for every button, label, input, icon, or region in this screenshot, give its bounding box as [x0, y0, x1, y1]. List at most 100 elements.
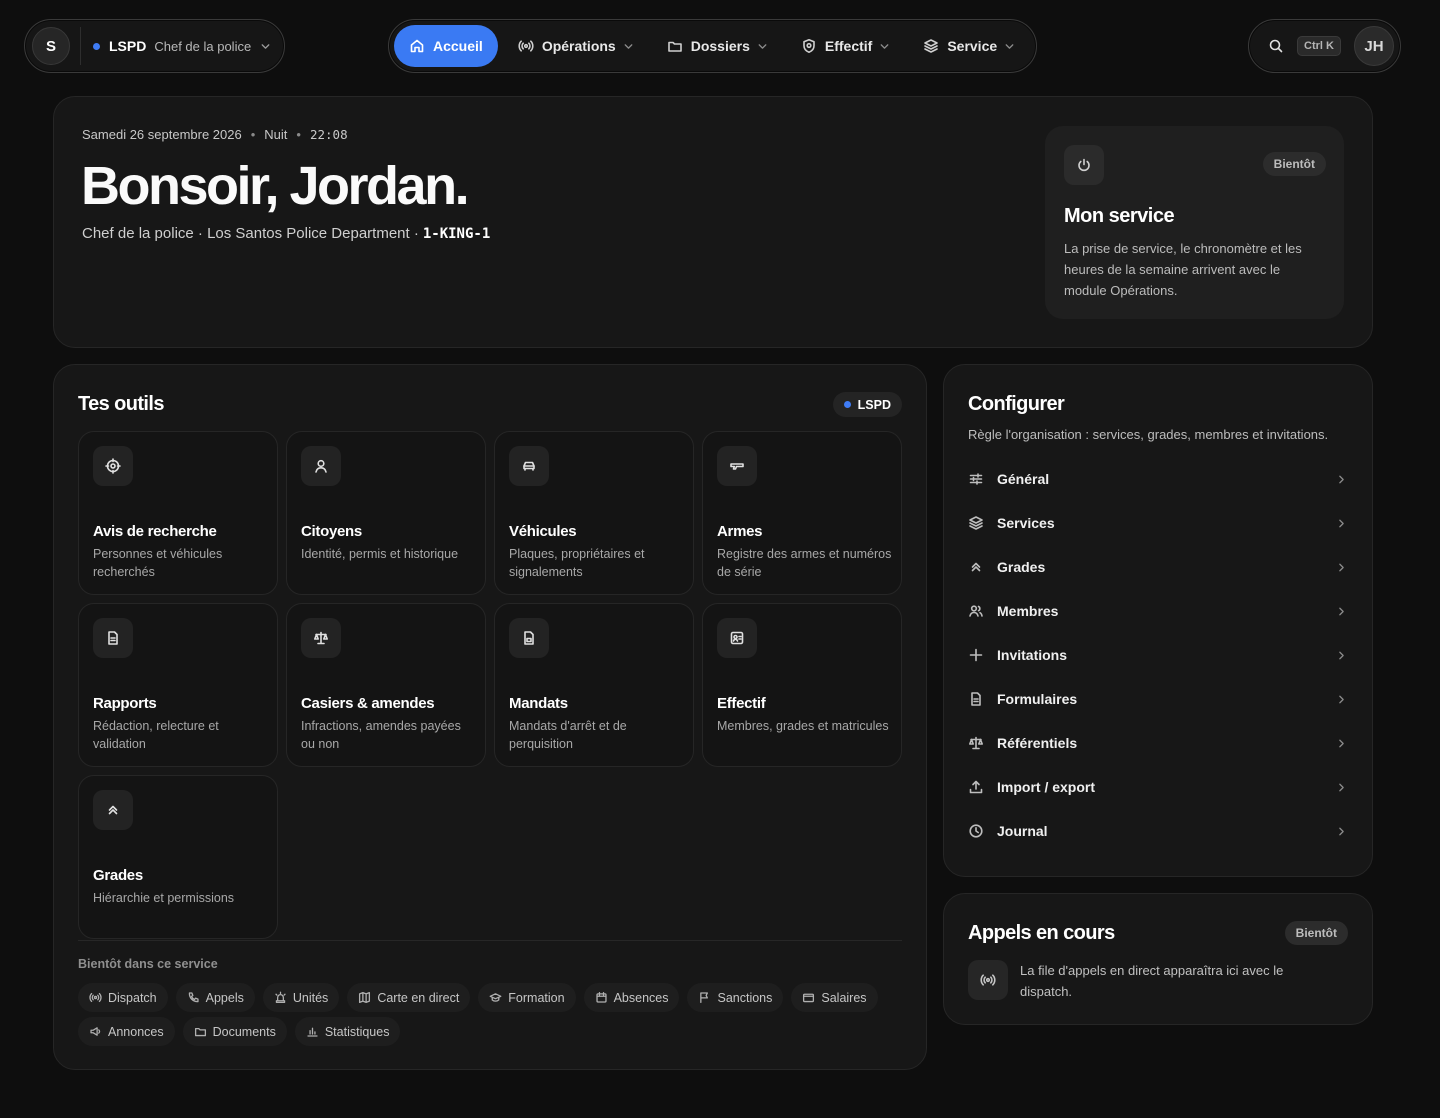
calendar-icon: [595, 991, 614, 1004]
user-controls: Ctrl K JH: [1248, 19, 1401, 73]
flag-icon: [698, 991, 717, 1004]
search-button[interactable]: [1261, 31, 1291, 61]
hero-card: Samedi 26 septembre 2026 • Nuit • 22:08 …: [53, 96, 1373, 348]
org-switcher[interactable]: S LSPD Chef de la police: [24, 19, 285, 73]
chevron-right-icon: [1335, 781, 1348, 794]
tool-description: Hiérarchie et permissions: [93, 891, 235, 905]
config-item-referentiels[interactable]: Référentiels: [968, 721, 1348, 765]
file-text-icon: [93, 618, 133, 658]
config-item-import-export[interactable]: Import / export: [968, 765, 1348, 809]
tool-description: Personnes et véhicules recherchés: [93, 547, 223, 579]
org-status-dot: [93, 42, 100, 50]
tool-description: Membres, grades et matricules: [717, 719, 889, 733]
nav-label: Dossiers: [690, 38, 750, 54]
org-badge: LSPD: [832, 392, 902, 417]
chevron-down-icon: [259, 40, 272, 53]
layers-icon: [923, 38, 947, 54]
soon-chip-annonces: Annonces: [78, 1017, 175, 1046]
chevrons-up-icon: [968, 559, 997, 575]
nav-effectif[interactable]: Effectif: [789, 25, 903, 67]
home-icon: [409, 38, 433, 54]
config-item-services[interactable]: Services: [968, 501, 1348, 545]
calls-description: La file d'appels en direct apparaîtra ic…: [1020, 963, 1284, 999]
soon-chip-sanctions: Sanctions: [687, 983, 784, 1012]
tool-effectif[interactable]: Effectif Membres, grades et matricules: [702, 603, 902, 767]
soon-badge: Bientôt: [1262, 152, 1326, 176]
tool-description: Identité, permis et historique: [301, 547, 459, 561]
chip-label: Annonces: [108, 1024, 164, 1039]
callsign: 1-KING-1: [422, 225, 491, 242]
config-item-membres[interactable]: Membres: [968, 589, 1348, 633]
config-item-general[interactable]: Général: [968, 457, 1348, 501]
nav-dossiers[interactable]: Dossiers: [655, 25, 781, 67]
phone-icon: [187, 991, 206, 1004]
config-item-label: Grades: [997, 559, 1046, 575]
tool-grades[interactable]: Grades Hiérarchie et permissions: [78, 775, 278, 939]
megaphone-icon: [89, 1025, 108, 1038]
chevron-right-icon: [1335, 517, 1348, 530]
clock-icon: [968, 823, 997, 839]
broadcast-icon: [968, 960, 1008, 1000]
tool-casiers-amendes[interactable]: Casiers & amendes Infractions, amendes p…: [286, 603, 486, 767]
hero-subtitle: Chef de la police · Los Santos Police De…: [82, 225, 490, 242]
tool-title: Véhicules: [509, 523, 577, 540]
calls-title: Appels en cours: [968, 922, 1115, 944]
org-separator: [80, 27, 81, 65]
nav-label: Opérations: [541, 38, 616, 54]
tool-description: Infractions, amendes payées ou non: [301, 719, 461, 751]
tool-description: Mandats d'arrêt et de perquisition: [509, 719, 627, 751]
tool-title: Effectif: [717, 695, 766, 712]
tool-title: Grades: [93, 867, 143, 884]
config-item-label: Référentiels: [997, 735, 1078, 751]
org-name: LSPD: [109, 38, 147, 54]
org-role: Chef de la police: [154, 38, 252, 54]
nav-label: Service: [947, 38, 998, 54]
config-item-grades[interactable]: Grades: [968, 545, 1348, 589]
chip-label: Absences: [613, 990, 669, 1005]
tool-vehicules[interactable]: Véhicules Plaques, propriétaires et sign…: [494, 431, 694, 595]
wallet-icon: [802, 991, 821, 1004]
search-icon: [1268, 38, 1284, 54]
chevron-down-icon: [622, 40, 635, 53]
nav-label: Accueil: [433, 38, 483, 54]
config-item-invitations[interactable]: Invitations: [968, 633, 1348, 677]
chevron-right-icon: [1335, 605, 1348, 618]
users-icon: [968, 603, 997, 619]
tool-rapports[interactable]: Rapports Rédaction, relecture et validat…: [78, 603, 278, 767]
layers-icon: [968, 515, 997, 531]
service-toggle-button[interactable]: [1064, 145, 1104, 185]
bar-chart-icon: [306, 1025, 325, 1038]
shield-icon: [801, 38, 825, 54]
nav-operations[interactable]: Opérations: [506, 25, 647, 67]
config-title: Configurer: [968, 393, 1065, 415]
tool-mandats[interactable]: Mandats Mandats d'arrêt et de perquisiti…: [494, 603, 694, 767]
config-item-journal[interactable]: Journal: [968, 809, 1348, 853]
tool-title: Casiers & amendes: [301, 695, 435, 712]
car-icon: [509, 446, 549, 486]
tool-citoyens[interactable]: Citoyens Identité, permis et historique: [286, 431, 486, 595]
chip-label: Documents: [212, 1024, 276, 1039]
tool-armes[interactable]: Armes Registre des armes et numéros de s…: [702, 431, 902, 595]
nav-service[interactable]: Service: [911, 25, 1028, 67]
file-text-icon: [968, 691, 997, 707]
plus-icon: [968, 647, 997, 663]
user-avatar[interactable]: JH: [1354, 26, 1394, 66]
config-card: Configurer Règle l'organisation : servic…: [943, 364, 1373, 877]
main-nav: Accueil Opérations Dossiers Effectif Ser…: [388, 19, 1037, 73]
chip-label: Sanctions: [717, 990, 773, 1005]
tool-description: Registre des armes et numéros de série: [717, 547, 892, 579]
chevron-down-icon: [756, 40, 769, 53]
soon-chip-unites: Unités: [262, 983, 340, 1012]
tool-title: Rapports: [93, 695, 157, 712]
tool-title: Mandats: [509, 695, 568, 712]
nav-accueil[interactable]: Accueil: [394, 25, 498, 67]
siren-icon: [274, 991, 293, 1004]
soon-chip-statistiques: Statistiques: [294, 1017, 401, 1046]
my-service-panel: Bientôt Mon service La prise de service,…: [1045, 126, 1344, 319]
soon-chip-dispatch: Dispatch: [78, 983, 168, 1012]
config-item-label: Services: [997, 515, 1055, 531]
tool-description: Plaques, propriétaires et signalements: [509, 547, 645, 579]
config-item-formulaires[interactable]: Formulaires: [968, 677, 1348, 721]
tool-title: Avis de recherche: [93, 523, 217, 540]
tool-avis-de-recherche[interactable]: Avis de recherche Personnes et véhicules…: [78, 431, 278, 595]
